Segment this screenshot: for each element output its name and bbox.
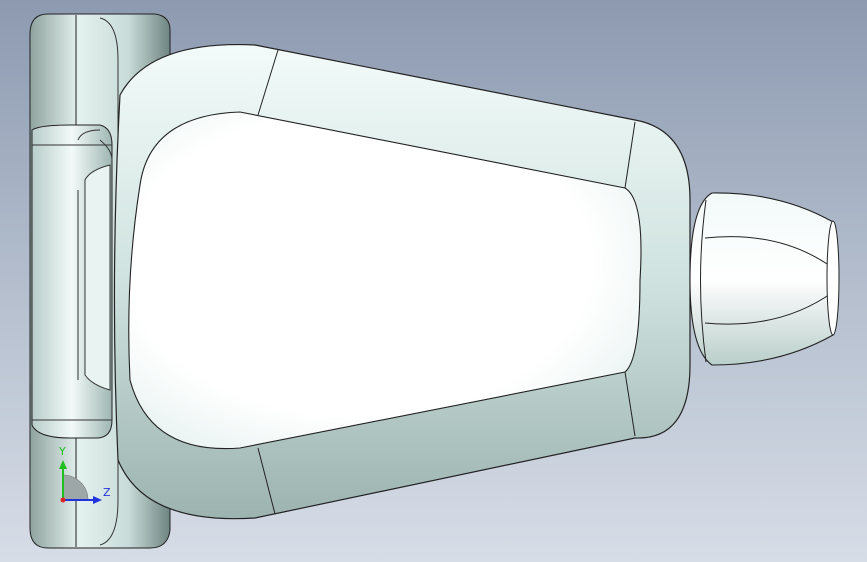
nozzle[interactable] (689, 192, 840, 366)
graphics-viewport[interactable]: Y Z (0, 0, 867, 562)
z-axis-label: Z (103, 486, 111, 499)
side-flange[interactable] (31, 124, 113, 439)
model-view: Y Z (29, 13, 840, 549)
y-axis-label: Y (58, 445, 66, 458)
